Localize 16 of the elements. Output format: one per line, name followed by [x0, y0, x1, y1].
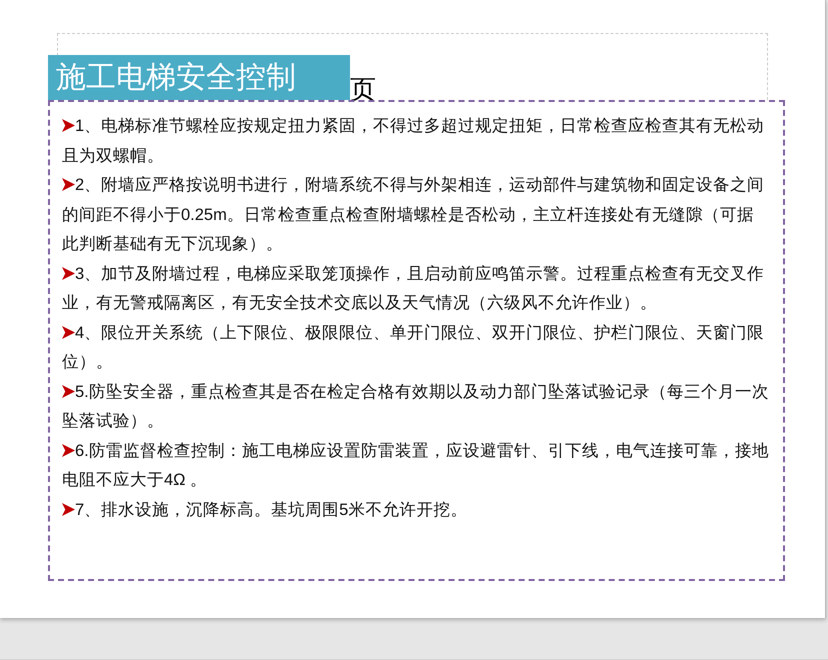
- arrow-bullet-icon: [62, 502, 75, 516]
- bullet-paragraph: 7、排水设施，沉降标高。基坑周围5米不允许开挖。: [62, 496, 468, 525]
- arrow-bullet-icon: [62, 178, 75, 191]
- arrow-bullet-icon: [62, 444, 75, 456]
- arrow-bullet-icon: [62, 384, 75, 398]
- title-text-fragment: 页: [350, 76, 376, 102]
- bullet-paragraph: 1、电梯标准节螺栓应按规定扭力紧固，不得过多超过规定扭矩，日常检查应检查其有无松动且为双螺帽。: [62, 116, 766, 166]
- slide-title: 施工电梯安全控制: [48, 55, 350, 100]
- bullet-paragraph: 3、加节及附墙过程，电梯应采取笼顶操作，且启动前应鸣笛示警。过程重点检查有无交叉作业，有无警戒隔离区，有无安全技术交底以及天气情况（六级风不允许作业）。: [62, 264, 766, 314]
- bullet-paragraph: 6.防雷监督检查控制：施工电梯应设置防雷装置，应设避雷针、引下线，电气连接可靠，接地电阻不应大于4Ω 。: [62, 440, 769, 491]
- arrow-bullet-icon: [62, 119, 75, 132]
- bullet-paragraph: 4、限位开关系统（上下限位、极限限位、单开门限位、双开门限位、护栏门限位、天窗门限位）。: [62, 322, 766, 373]
- bullet-paragraph: 2、附墙应严格按说明书进行，附墙系统不得与外架相连，运动部件与建筑物和固定设备之间的间距不得小于0.25m。日常检查重点检查附墙螺栓是否松动，主立杆连接处有无缝隙（可据此判断基础有无下沉现象）。: [62, 175, 766, 255]
- bullet-paragraph: 5.防坠安全器，重点检查其是否在检定合格有效期以及动力部门坠落试验记录（每三个月一次坠落试验）。: [62, 382, 769, 432]
- arrow-bullet-icon: [62, 326, 75, 338]
- arrow-bullet-icon: [62, 266, 75, 280]
